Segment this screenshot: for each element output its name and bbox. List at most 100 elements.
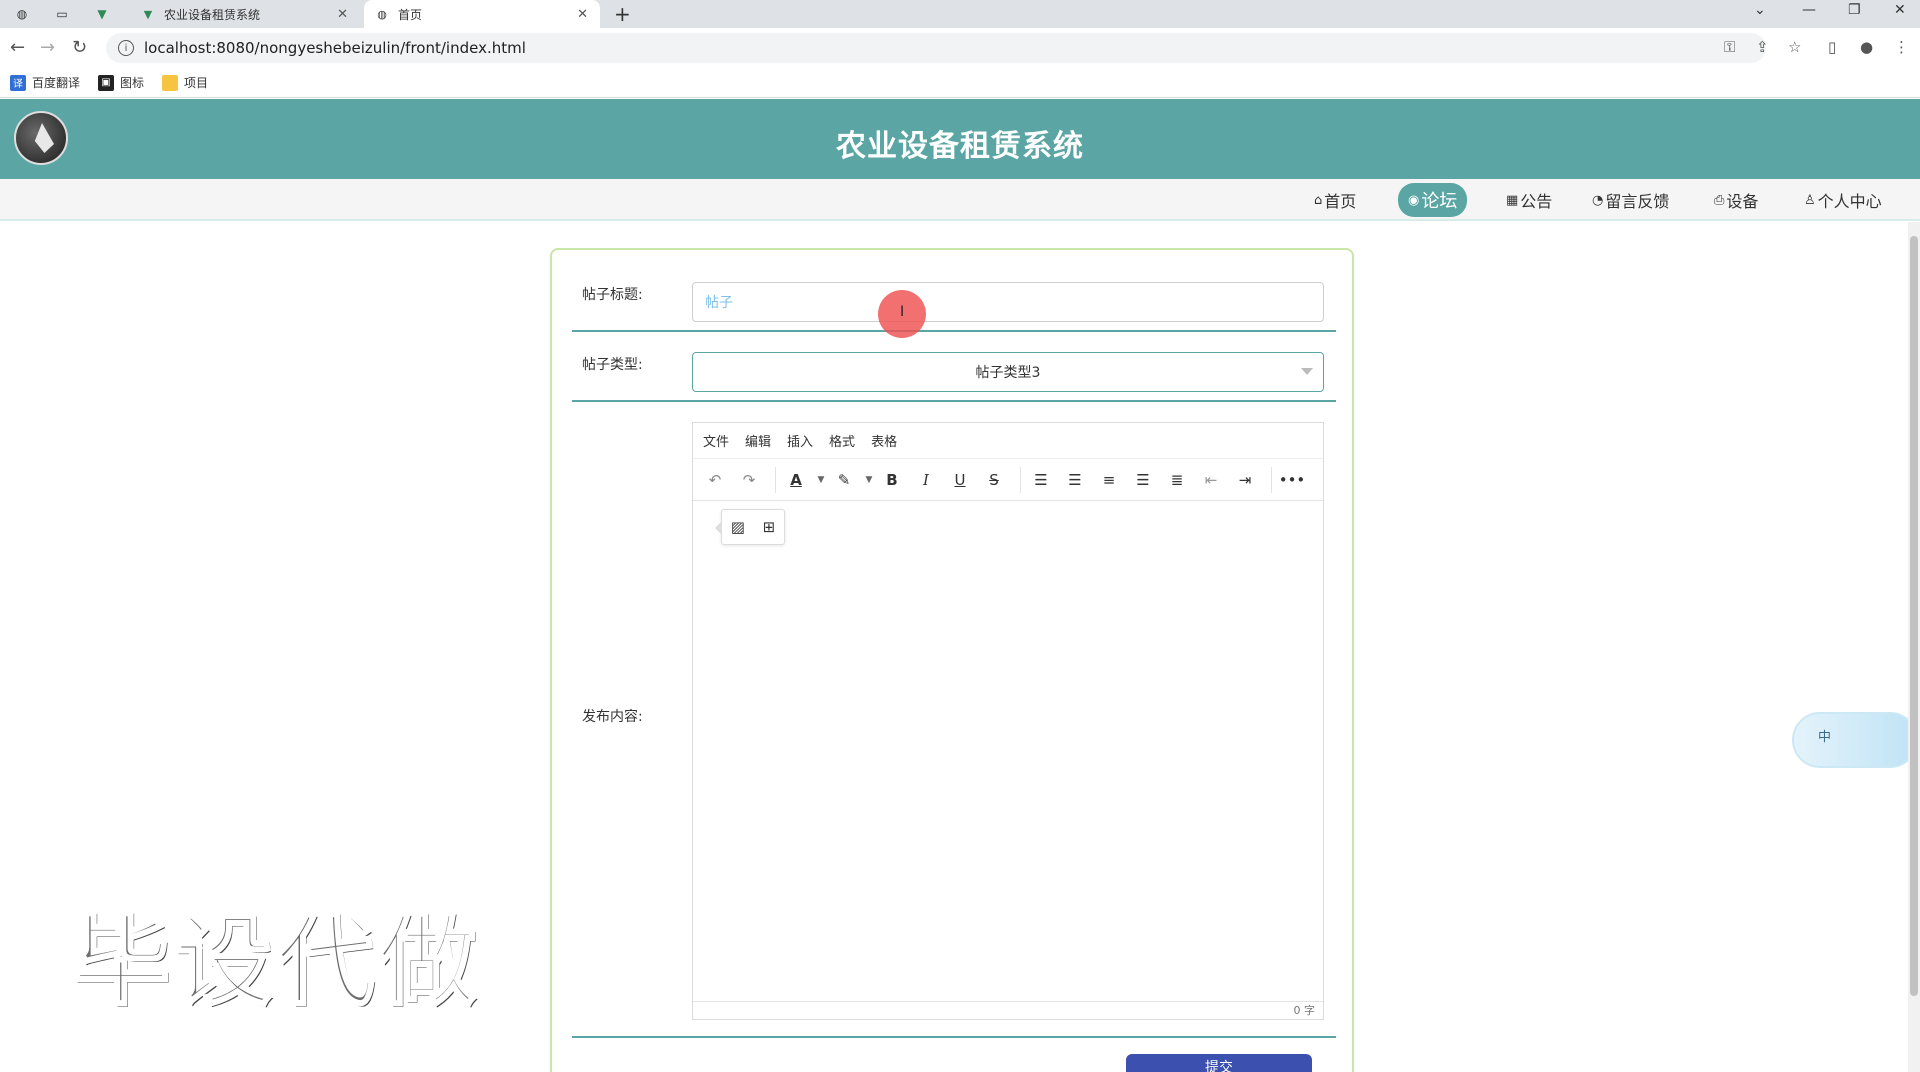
translate-icon: 译 bbox=[10, 74, 26, 91]
nav-label: 留言反馈 bbox=[1605, 192, 1670, 211]
highlight-icon[interactable]: ✎ bbox=[830, 466, 858, 494]
italic-icon[interactable]: I bbox=[912, 466, 940, 494]
home-icon: ⌂ bbox=[1314, 192, 1323, 208]
watermark: 毕设代做 bbox=[70, 904, 481, 1021]
nav-feedback[interactable]: ◔ 留言反馈 bbox=[1582, 186, 1679, 214]
indent-icon[interactable]: ⇥ bbox=[1231, 466, 1259, 494]
image-icon: ▣ bbox=[98, 74, 115, 91]
share-icon[interactable]: ⇪ bbox=[1756, 38, 1769, 56]
nav-notice[interactable]: ▦ 公告 bbox=[1496, 186, 1562, 214]
menu-edit[interactable]: 编辑 bbox=[745, 431, 771, 450]
tab-vue-icon[interactable]: ▼ bbox=[84, 0, 120, 28]
type-label: 帖子类型: bbox=[582, 357, 643, 373]
tab-blank-icon[interactable]: ▭ bbox=[44, 0, 80, 28]
chevron-down-icon[interactable]: ▼ bbox=[864, 466, 874, 494]
content-label: 发布内容: bbox=[582, 709, 643, 725]
redo-icon[interactable]: ↷ bbox=[735, 466, 763, 494]
nav-forum[interactable]: ◉ 论坛 bbox=[1398, 183, 1468, 217]
editor-toolbar: ↶ ↷ A ▼ ✎ ▼ B I U S ☰ ☰ ≡ ☰ ≣ ⇤ ⇥ ••• bbox=[693, 459, 1323, 501]
chevron-down-icon bbox=[1301, 368, 1313, 375]
bookmark-project[interactable]: 项目 bbox=[162, 74, 208, 91]
align-right-icon[interactable]: ☰ bbox=[1129, 466, 1157, 494]
bookmark-label: 图标 bbox=[120, 76, 145, 90]
profile-icon[interactable]: ● bbox=[1860, 38, 1873, 56]
bookmark-translate[interactable]: 译 百度翻译 bbox=[10, 74, 80, 91]
post-form-card: 帖子标题: 帖子类型: 帖子类型3 发布内容: 文件 编辑 插入 格式 表格 ↶… bbox=[550, 248, 1354, 1072]
nav-equipment[interactable]: ⎙ 设备 bbox=[1704, 186, 1768, 214]
info-icon[interactable]: i bbox=[118, 40, 134, 56]
address-bar: ← → ↻ i localhost:8080/nongyeshebeizulin… bbox=[0, 28, 1920, 68]
back-icon[interactable]: ← bbox=[10, 37, 25, 58]
insert-image-icon[interactable]: ▨ bbox=[731, 518, 745, 536]
word-count: 0 字 bbox=[693, 1001, 1323, 1019]
row-divider bbox=[572, 1036, 1336, 1038]
menu-file[interactable]: 文件 bbox=[703, 431, 729, 450]
star-icon[interactable]: ☆ bbox=[1788, 38, 1801, 56]
submit-button[interactable]: 提交 bbox=[1126, 1054, 1312, 1072]
scroll-thumb[interactable] bbox=[1910, 236, 1918, 996]
menu-table[interactable]: 表格 bbox=[871, 431, 897, 450]
title-label: 帖子标题: bbox=[582, 287, 643, 303]
line-height-icon[interactable]: ☰ bbox=[1027, 466, 1055, 494]
nav-label: 论坛 bbox=[1421, 191, 1458, 212]
nav-label: 首页 bbox=[1324, 192, 1357, 211]
nav-label: 公告 bbox=[1520, 192, 1553, 211]
tab-system[interactable]: ▼ 农业设备租赁系统 ✕ bbox=[130, 0, 360, 28]
browser-tabbar: ◍ ▭ ▼ ▼ 农业设备租赁系统 ✕ ◍ 首页 ✕ + ⌄ — ❐ ✕ bbox=[0, 0, 1920, 28]
menu-icon[interactable]: ⋮ bbox=[1894, 38, 1909, 56]
reload-icon[interactable]: ↻ bbox=[72, 37, 87, 58]
strikethrough-icon[interactable]: S bbox=[980, 466, 1008, 494]
text-color-icon[interactable]: A bbox=[782, 466, 810, 494]
type-select[interactable]: 帖子类型3 bbox=[692, 352, 1324, 392]
bookmarks-bar: 译 百度翻译 ▣ 图标 项目 bbox=[0, 68, 1920, 98]
minimize-icon[interactable]: — bbox=[1802, 2, 1816, 18]
align-left-icon[interactable]: ☰ bbox=[1061, 466, 1089, 494]
forward-icon[interactable]: → bbox=[40, 37, 55, 58]
folder-icon bbox=[162, 74, 179, 91]
align-center-icon[interactable]: ≡ bbox=[1095, 466, 1123, 494]
bookmark-label: 项目 bbox=[184, 76, 209, 90]
row-divider bbox=[572, 330, 1336, 332]
tab-globe-icon[interactable]: ◍ bbox=[4, 0, 40, 28]
sidepanel-icon[interactable]: ▯ bbox=[1828, 38, 1836, 56]
close-icon[interactable]: ✕ bbox=[577, 7, 588, 22]
rich-text-editor[interactable]: 文件 编辑 插入 格式 表格 ↶ ↷ A ▼ ✎ ▼ B I U S ☰ ☰ ≡… bbox=[692, 422, 1324, 1020]
nav-home[interactable]: ⌂ 首页 bbox=[1304, 186, 1366, 214]
floating-widget[interactable]: 中 bbox=[1792, 712, 1918, 768]
site-nav: ⌂ 首页 ◉ 论坛 ▦ 公告 ◔ 留言反馈 ⎙ 设备 ♙ 个人中心 bbox=[0, 179, 1920, 221]
printer-icon: ⎙ bbox=[1714, 192, 1725, 208]
insert-table-icon[interactable]: ⊞ bbox=[763, 518, 776, 536]
tab-label: 农业设备租赁系统 bbox=[164, 7, 261, 22]
row-divider bbox=[572, 400, 1336, 402]
toolbar-separator bbox=[775, 466, 776, 493]
key-icon[interactable]: ⚿ bbox=[1724, 38, 1735, 56]
outdent-icon[interactable]: ⇤ bbox=[1197, 466, 1225, 494]
feedback-icon: ◔ bbox=[1592, 192, 1604, 208]
toolbar-separator bbox=[1271, 466, 1272, 493]
tab-search-icon[interactable]: ⌄ bbox=[1754, 2, 1766, 18]
align-justify-icon[interactable]: ≣ bbox=[1163, 466, 1191, 494]
underline-icon[interactable]: U bbox=[946, 466, 974, 494]
url-field[interactable]: i localhost:8080/nongyeshebeizulin/front… bbox=[106, 33, 1766, 63]
restore-icon[interactable]: ❐ bbox=[1848, 2, 1861, 18]
page-scrollbar[interactable] bbox=[1908, 222, 1920, 1072]
menu-insert[interactable]: 插入 bbox=[787, 431, 813, 450]
title-input[interactable] bbox=[692, 282, 1324, 322]
close-window-icon[interactable]: ✕ bbox=[1894, 2, 1906, 18]
menu-format[interactable]: 格式 bbox=[829, 431, 855, 450]
more-icon[interactable]: ••• bbox=[1278, 466, 1306, 494]
new-tab-icon[interactable]: + bbox=[614, 2, 631, 26]
calendar-icon: ▦ bbox=[1506, 192, 1519, 208]
tab-home[interactable]: ◍ 首页 ✕ bbox=[364, 0, 600, 28]
bold-icon[interactable]: B bbox=[878, 466, 906, 494]
bookmark-icons[interactable]: ▣ 图标 bbox=[98, 74, 144, 91]
undo-icon[interactable]: ↶ bbox=[701, 466, 729, 494]
user-icon: ♙ bbox=[1804, 192, 1816, 208]
bookmark-label: 百度翻译 bbox=[32, 76, 81, 90]
chevron-down-icon[interactable]: ▼ bbox=[816, 466, 826, 494]
tab-label: 首页 bbox=[398, 7, 423, 22]
close-icon[interactable]: ✕ bbox=[337, 7, 348, 22]
forum-icon: ◉ bbox=[1408, 192, 1420, 208]
nav-profile[interactable]: ♙ 个人中心 bbox=[1794, 186, 1892, 214]
widget-text: 中 bbox=[1818, 730, 1832, 745]
